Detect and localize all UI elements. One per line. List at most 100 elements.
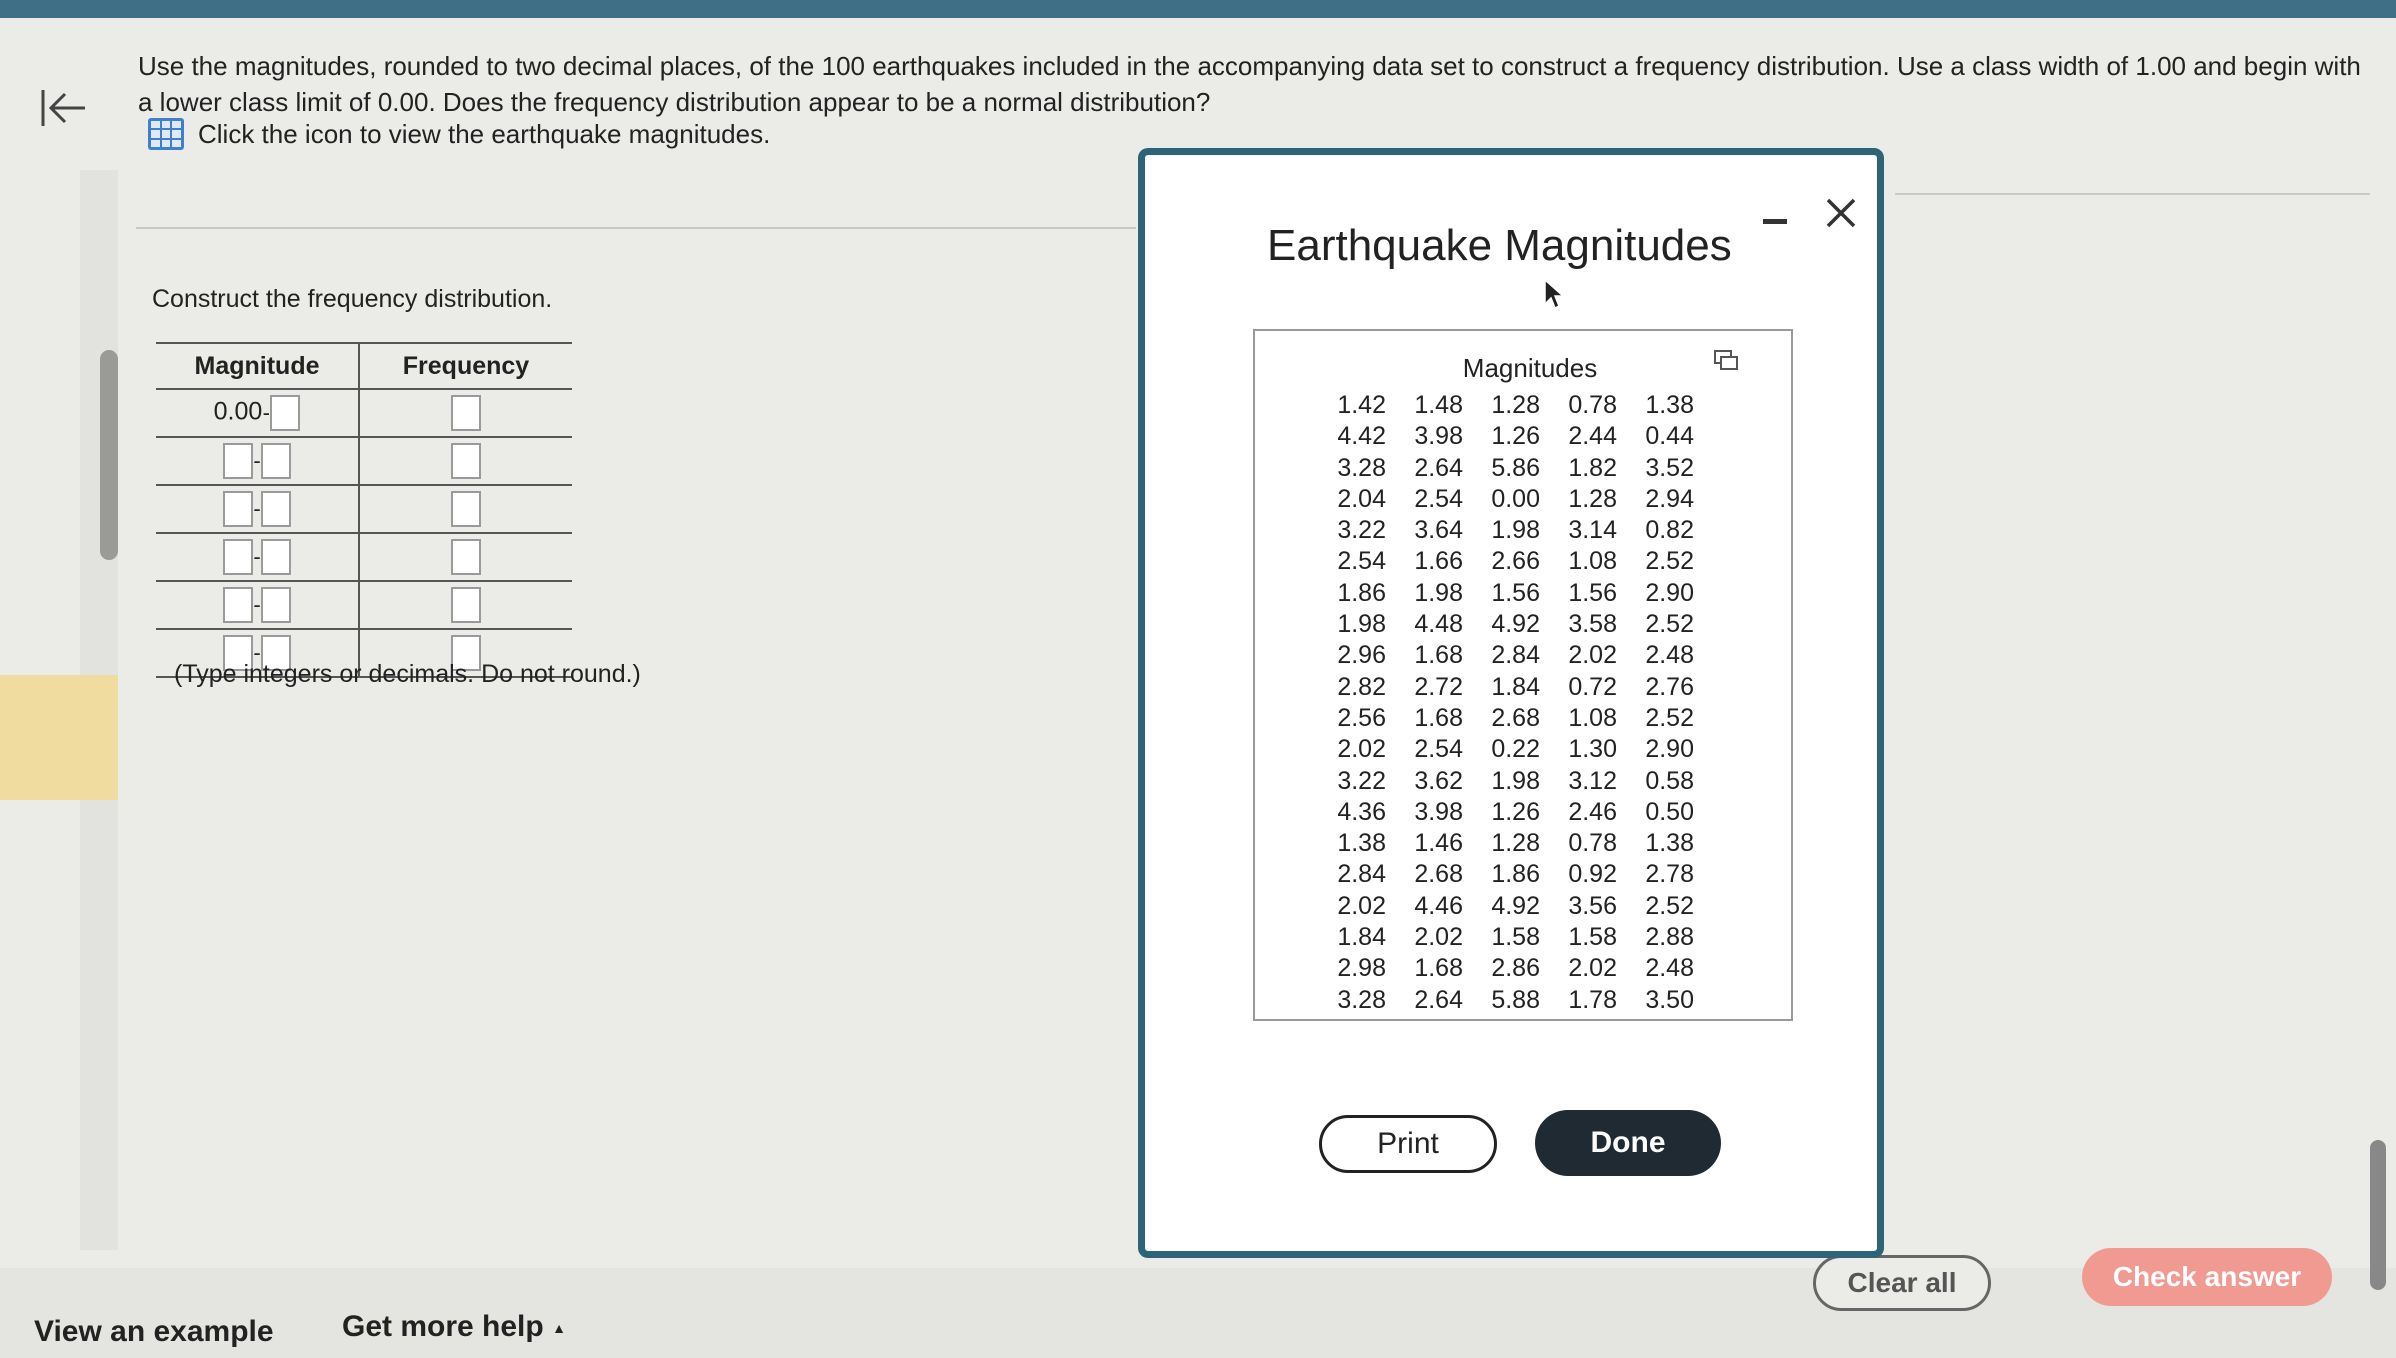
magnitude-value: 2.48 (1645, 641, 1694, 670)
minimize-button[interactable] (1763, 207, 1789, 233)
magnitude-value: 3.98 (1414, 797, 1463, 826)
close-button[interactable] (1821, 193, 1861, 233)
left-scrollbar[interactable] (100, 350, 118, 560)
magnitude-value: 1.68 (1414, 641, 1463, 670)
dialog-title: Earthquake Magnitudes (1267, 221, 1732, 270)
upper-limit-input[interactable] (261, 443, 291, 479)
right-scrollbar[interactable] (2370, 1140, 2386, 1290)
magnitude-value: 2.54 (1414, 484, 1463, 513)
magnitude-value: 1.08 (1568, 547, 1617, 576)
magnitude-value: 1.98 (1491, 516, 1540, 545)
magnitude-value: 1.58 (1491, 923, 1540, 952)
magnitude-value: 2.56 (1337, 703, 1386, 732)
data-table-icon[interactable] (148, 118, 184, 150)
magnitude-value: 2.98 (1337, 954, 1386, 983)
frequency-input[interactable] (451, 491, 481, 527)
upper-limit-input[interactable] (270, 395, 301, 431)
frequency-input[interactable] (451, 539, 481, 575)
upper-limit-input[interactable] (261, 491, 291, 527)
magnitude-value: 0.22 (1491, 735, 1540, 764)
magnitude-value: 2.84 (1491, 641, 1540, 670)
magnitude-value: 0.92 (1568, 860, 1617, 889)
magnitude-value: 3.50 (1645, 985, 1694, 1014)
magnitude-value: 2.02 (1414, 923, 1463, 952)
lower-limit-input[interactable] (223, 587, 253, 623)
range-dash: - (253, 496, 261, 521)
copy-data-button[interactable] (1713, 349, 1739, 371)
construct-instruction: Construct the frequency distribution. (152, 285, 553, 313)
magnitude-value: 2.86 (1491, 954, 1540, 983)
magnitude-value: 2.76 (1645, 672, 1694, 701)
table-row: 0.00- (156, 389, 572, 438)
frequency-input[interactable] (451, 443, 481, 479)
get-more-help-link[interactable]: Get more help ▲ (342, 1310, 566, 1344)
lower-limit-input[interactable] (223, 539, 253, 575)
magnitude-value: 2.02 (1337, 735, 1386, 764)
magnitude-value: 2.52 (1645, 891, 1694, 920)
magnitude-value: 3.98 (1414, 422, 1463, 451)
magnitude-value: 3.22 (1337, 766, 1386, 795)
magnitude-value: 2.04 (1337, 484, 1386, 513)
magnitude-value: 4.48 (1414, 610, 1463, 639)
magnitude-value: 1.98 (1414, 578, 1463, 607)
magnitude-value: 3.22 (1337, 516, 1386, 545)
upper-limit-input[interactable] (261, 539, 291, 575)
magnitude-value: 0.58 (1645, 766, 1694, 795)
magnitude-value: 1.28 (1491, 829, 1540, 858)
table-row: - (156, 581, 572, 630)
divider (1895, 193, 2370, 195)
magnitude-value: 1.46 (1414, 829, 1463, 858)
magnitude-value: 0.82 (1645, 516, 1694, 545)
magnitude-value: 2.52 (1645, 610, 1694, 639)
view-data-link[interactable]: Click the icon to view the earthquake ma… (148, 118, 770, 150)
range-dash: - (253, 544, 261, 569)
check-answer-button[interactable]: Check answer (2082, 1248, 2332, 1306)
magnitude-value: 2.54 (1414, 735, 1463, 764)
magnitude-value: 1.38 (1337, 829, 1386, 858)
type-instruction: (Type integers or decimals. Do not round… (174, 660, 641, 688)
frequency-input[interactable] (451, 587, 481, 623)
magnitude-value: 2.84 (1337, 860, 1386, 889)
frequency-header: Frequency (359, 342, 572, 390)
lower-limit-input[interactable] (223, 443, 253, 479)
lower-limit-input[interactable] (223, 491, 253, 527)
view-example-link[interactable]: View an example (34, 1315, 274, 1349)
magnitude-value: 3.28 (1337, 985, 1386, 1014)
magnitude-value: 4.92 (1491, 610, 1540, 639)
done-button[interactable]: Done (1535, 1110, 1721, 1176)
get-more-help-label: Get more help (342, 1310, 544, 1343)
view-data-link-label: Click the icon to view the earthquake ma… (198, 118, 771, 149)
magnitude-value: 2.68 (1414, 860, 1463, 889)
magnitude-value: 0.78 (1568, 829, 1617, 858)
magnitude-header: Magnitude (156, 342, 360, 390)
magnitude-value: 1.98 (1337, 610, 1386, 639)
caret-up-icon: ▲ (552, 1320, 566, 1337)
magnitude-value: 1.26 (1491, 797, 1540, 826)
magnitude-value: 1.68 (1414, 703, 1463, 732)
magnitude-value: 4.92 (1491, 891, 1540, 920)
magnitude-value: 2.88 (1645, 923, 1694, 952)
clear-all-button[interactable]: Clear all (1813, 1255, 1991, 1311)
magnitude-value: 3.56 (1568, 891, 1617, 920)
magnitude-value: 1.78 (1568, 985, 1617, 1014)
magnitude-value: 2.52 (1645, 547, 1694, 576)
back-button[interactable] (34, 78, 94, 138)
magnitude-value: 1.82 (1568, 453, 1617, 482)
magnitude-value: 1.38 (1645, 391, 1694, 419)
upper-limit-input[interactable] (261, 587, 291, 623)
magnitude-value: 1.28 (1491, 391, 1540, 419)
magnitudes-grid: 1.42 1.48 1.28 0.78 1.38 4.42 3.98 1.26 2.44 0.44… (1323, 391, 1708, 1017)
magnitude-value: 0.50 (1645, 797, 1694, 826)
frequency-table: Magnitude Frequency 0.00- - - - - - (156, 342, 572, 678)
frequency-input[interactable] (451, 395, 481, 431)
magnitude-value: 2.48 (1645, 954, 1694, 983)
lower-limit-fixed: 0.00 (213, 397, 263, 426)
magnitude-value: 2.64 (1414, 985, 1463, 1014)
magnitude-value: 2.66 (1491, 547, 1540, 576)
magnitude-value: 2.90 (1645, 578, 1694, 607)
collapse-left-icon (41, 90, 85, 126)
magnitude-value: 3.28 (1337, 453, 1386, 482)
table-row: - (156, 533, 572, 582)
print-button[interactable]: Print (1319, 1115, 1497, 1173)
range-dash: - (253, 592, 261, 617)
